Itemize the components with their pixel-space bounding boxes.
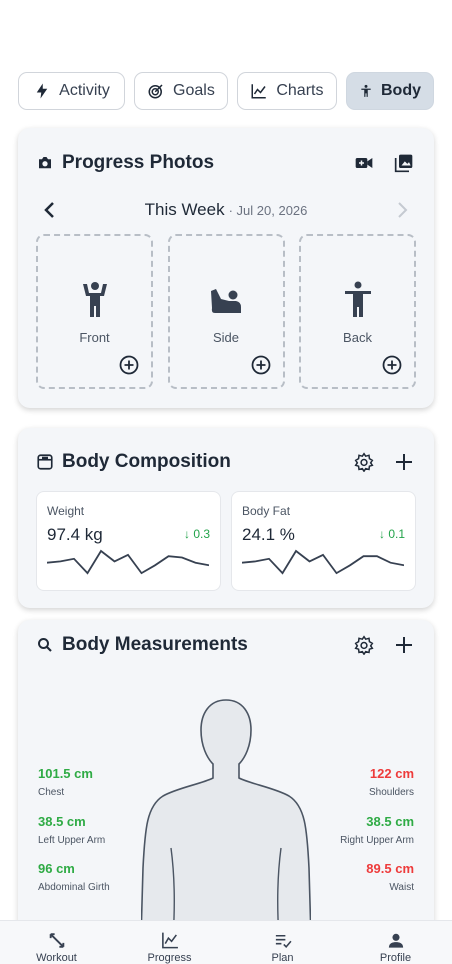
delta-value: 0.1 — [388, 527, 405, 541]
metric-delta: ↓ 0.3 — [184, 527, 210, 541]
slot-label: Side — [212, 330, 240, 345]
tab-label: Charts — [276, 82, 324, 99]
dumbbell-icon — [49, 933, 64, 948]
measurement-label: Right Upper Arm — [340, 835, 414, 846]
nav-label: Plan — [271, 952, 294, 964]
person-icon — [388, 933, 403, 948]
nav-label: Progress — [147, 952, 192, 964]
week-date: · Jul 20, 2026 — [228, 202, 308, 218]
photo-slot-back[interactable]: Back — [299, 234, 416, 389]
metric-name: Weight — [47, 504, 85, 518]
measurement-label: Waist — [389, 882, 414, 893]
composition-metrics: Weight 97.4 kg ↓ 0.3 Body Fat 24.1 % ↓ 0… — [36, 491, 416, 591]
measurement-waist[interactable]: 89.5 cm Waist — [366, 861, 414, 893]
body-silhouette — [141, 699, 311, 938]
measurement-value: 38.5 cm — [38, 814, 86, 829]
bolt-icon — [36, 83, 48, 99]
nav-item-plan[interactable]: Plan — [238, 921, 328, 964]
side-pose-icon — [209, 280, 243, 320]
photo-slot-front[interactable]: Front — [36, 234, 153, 389]
chart-icon — [161, 932, 178, 949]
nav-item-progress[interactable]: Progress — [125, 921, 215, 964]
card-title: Progress Photos — [62, 152, 215, 173]
gear-icon[interactable] — [354, 635, 374, 655]
card-header: Body Measurements — [36, 634, 414, 656]
card-title: Body Composition — [62, 451, 231, 472]
gallery-icon[interactable] — [394, 153, 414, 173]
week-label: This Week — [144, 200, 225, 219]
body-measurements-card: Body Measurements 101.5 cm Chest 38.5 cm… — [18, 620, 434, 938]
measurement-value: 96 cm — [38, 861, 75, 876]
measurement-value: 122 cm — [369, 766, 414, 781]
week-selector: This Week · Jul 20, 2026 — [40, 198, 412, 222]
tab-bar: Activity Goals Charts Body — [18, 72, 434, 110]
measurement-label: Abdominal Girth — [38, 882, 110, 893]
add-circle-icon[interactable] — [119, 355, 139, 375]
tab-body[interactable]: Body — [346, 72, 434, 110]
card-header: Progress Photos — [36, 152, 414, 174]
measurement-left-upper-arm[interactable]: 38.5 cm Left Upper Arm — [38, 814, 105, 846]
measurement-abdominal-girth[interactable]: 96 cm Abdominal Girth — [38, 861, 110, 893]
camera-icon — [36, 154, 54, 172]
measurement-value: 38.5 cm — [366, 814, 414, 829]
weight-sparkline — [47, 549, 209, 575]
body-composition-card: Body Composition Weight 97.4 kg ↓ 0.3 Bo… — [18, 428, 434, 608]
chevron-right-icon[interactable] — [392, 198, 412, 222]
metric-value: 24.1 % — [242, 525, 295, 544]
tab-label: Goals — [173, 82, 215, 99]
photo-slot-side[interactable]: Side — [167, 234, 285, 389]
body-fat-metric[interactable]: Body Fat 24.1 % ↓ 0.1 — [231, 491, 416, 591]
plus-icon[interactable] — [394, 635, 414, 655]
card-header: Body Composition — [36, 451, 414, 473]
measurement-chest[interactable]: 101.5 cm Chest — [38, 766, 93, 798]
search-measure-icon — [36, 636, 54, 654]
nav-label: Profile — [379, 952, 412, 964]
body-fat-sparkline — [242, 549, 404, 575]
measurement-right-upper-arm[interactable]: 38.5 cm Right Upper Arm — [340, 814, 414, 846]
measurement-value: 101.5 cm — [38, 766, 93, 781]
arrow-down-icon: ↓ — [183, 527, 190, 541]
progress-photos-card: Progress Photos This Week · Jul 20, 2026… — [18, 128, 434, 408]
tab-label: Body — [381, 82, 421, 99]
measurement-label: Chest — [38, 787, 65, 798]
metric-value: 97.4 kg — [47, 525, 103, 544]
metric-delta: ↓ 0.1 — [379, 527, 405, 541]
slot-label: Front — [79, 330, 110, 345]
bottom-nav: Workout Progress Plan Profile — [0, 920, 452, 964]
nav-item-workout[interactable]: Workout — [12, 921, 102, 964]
target-icon — [148, 84, 163, 99]
slot-label: Back — [343, 330, 372, 345]
nav-label: Workout — [36, 952, 77, 964]
tab-goals[interactable]: Goals — [134, 72, 228, 110]
card-title: Body Measurements — [62, 634, 248, 655]
weight-metric[interactable]: Weight 97.4 kg ↓ 0.3 — [36, 491, 221, 591]
gear-icon[interactable] — [354, 452, 374, 472]
checklist-icon — [275, 934, 292, 948]
measurement-shoulders[interactable]: 122 cm Shoulders — [369, 766, 414, 798]
chevron-left-icon[interactable] — [40, 198, 60, 222]
measurement-value: 89.5 cm — [366, 861, 414, 876]
video-camera-icon[interactable] — [354, 153, 374, 173]
front-pose-icon — [80, 280, 110, 320]
metric-name: Body Fat — [242, 504, 291, 518]
add-circle-icon[interactable] — [251, 355, 271, 375]
scale-icon — [36, 453, 54, 471]
tab-activity[interactable]: Activity — [18, 72, 126, 110]
arrow-down-icon: ↓ — [378, 527, 385, 541]
plus-icon[interactable] — [394, 452, 414, 472]
delta-value: 0.3 — [193, 527, 210, 541]
nav-item-profile[interactable]: Profile — [351, 921, 441, 964]
tab-charts[interactable]: Charts — [236, 72, 337, 110]
line-chart-icon — [251, 84, 267, 99]
person-icon — [361, 84, 371, 97]
measurement-label: Left Upper Arm — [38, 835, 106, 846]
measurement-label: Shoulders — [368, 787, 414, 798]
tab-label: Activity — [59, 82, 110, 99]
photo-slots: Front Side Back — [36, 234, 416, 389]
add-circle-icon[interactable] — [382, 355, 402, 375]
back-pose-icon — [343, 280, 373, 320]
